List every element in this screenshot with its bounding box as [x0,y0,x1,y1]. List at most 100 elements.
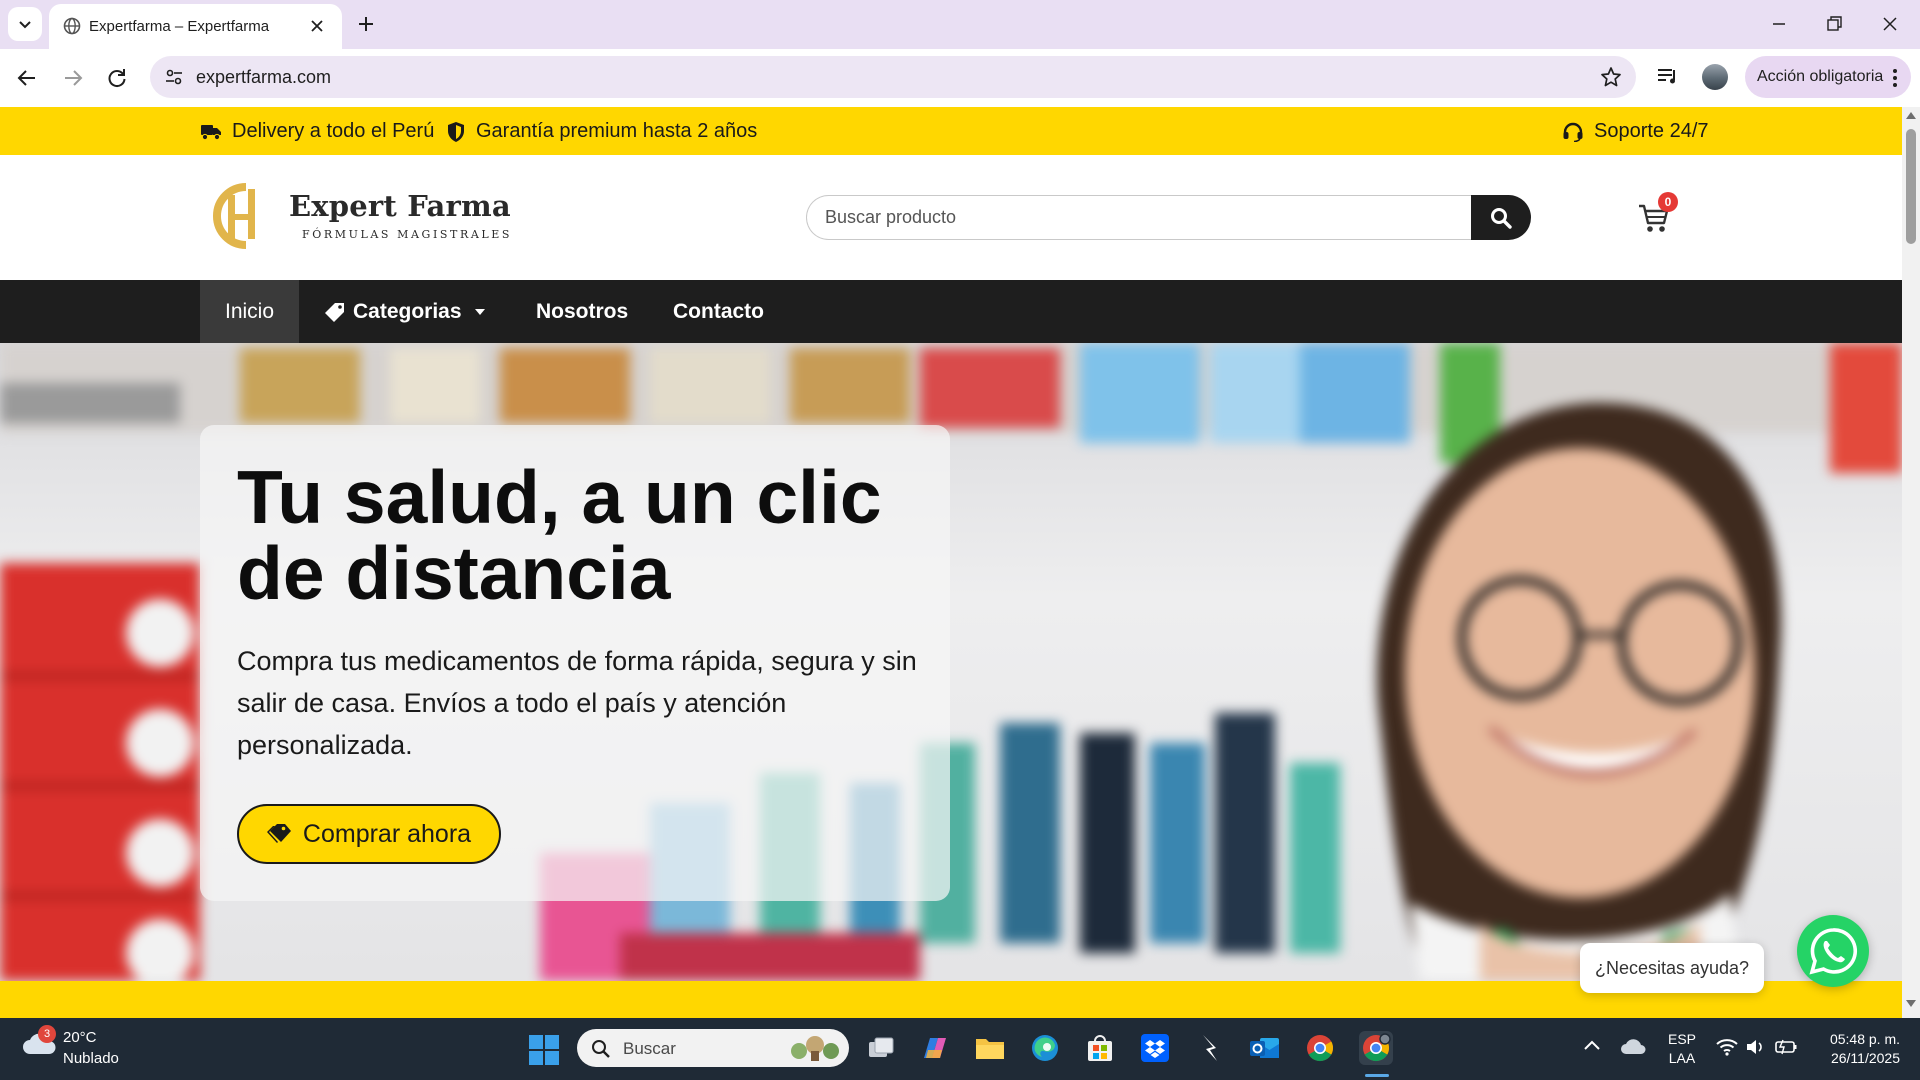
page-scrollbar[interactable] [1902,107,1920,1018]
clock-date: 26/11/2025 [1830,1050,1900,1066]
task-view-icon [869,1037,894,1057]
store-bag-icon [1088,1035,1112,1061]
system-clock[interactable]: 05:48 p. m. 26/11/2025 [1810,1030,1900,1068]
nav-item-label: Inicio [225,299,275,323]
chrome-profile-icon [1363,1033,1391,1062]
required-action-label: Acción obligatoria [1757,68,1884,85]
windows-start-icon[interactable] [529,1035,559,1065]
search-icon [592,1040,610,1058]
browser-tab[interactable]: Expertfarma – Expertfarma [49,4,342,49]
whatsapp-help-text: ¿Necesitas ayuda? [1594,957,1750,978]
profile-avatar[interactable] [1702,64,1728,90]
search-button[interactable] [1471,195,1531,240]
taskbar-search-label: Buscar [623,1039,676,1058]
restore-icon[interactable] [1822,12,1846,36]
headset-icon [1563,122,1583,142]
edge-app[interactable] [1028,1031,1062,1065]
page-viewport: Delivery a todo el Perú Garantía premium… [0,107,1902,1018]
active-app-indicator [1365,1074,1389,1077]
chevron-up-icon[interactable] [1583,1038,1601,1052]
weather-description: Nublado [63,1050,119,1067]
chrome-app[interactable] [1303,1031,1337,1065]
support-info: Soporte 24/7 [1562,120,1709,143]
nav-item-categorias[interactable]: Categorias [325,280,486,343]
warranty-text: Garantía premium hasta 2 años [476,120,758,142]
weather-alert-badge: 3 [38,1025,56,1043]
folder-icon [976,1039,1004,1059]
support-text: Soporte 24/7 [1594,120,1709,142]
scroll-up-icon[interactable] [1905,110,1917,120]
close-window-icon[interactable] [1878,12,1902,36]
forward-arrow-icon[interactable] [60,65,86,91]
edge-browser-icon [1032,1035,1058,1061]
language-indicator[interactable]: ESP LAA [1668,1030,1696,1068]
reload-icon[interactable] [104,65,130,91]
main-navigation: Inicio Categorias Nosotros Contacto [0,280,1902,343]
new-tab-icon[interactable] [352,10,380,38]
nav-item-label: Categorias [353,299,462,323]
required-action-button[interactable]: Acción obligatoria [1745,56,1911,98]
dropbox-icon [1141,1034,1169,1062]
buy-now-label: Comprar ahora [302,819,472,848]
info-bar: Delivery a todo el Perú Garantía premium… [0,107,1902,155]
whatsapp-button[interactable] [1797,915,1869,987]
onedrive-cloud-icon[interactable] [1620,1038,1646,1056]
hero-card: Tu salud, a un clic de distancia Compra … [200,425,950,901]
file-explorer-app[interactable] [973,1031,1007,1065]
volume-icon[interactable] [1745,1038,1765,1056]
dropbox-app[interactable] [1138,1031,1172,1065]
media-controls-icon[interactable] [1655,63,1681,89]
logo-tagline: FÓRMULAS MAGISTRALES [302,228,513,241]
chrome-icon [1307,1035,1334,1062]
chrome-profile-app[interactable] [1359,1031,1393,1065]
back-arrow-icon[interactable] [14,65,40,91]
delivery-text: Delivery a todo el Perú [232,120,435,142]
product-search-field[interactable] [806,195,1473,240]
browser-tab-strip: Expertfarma – Expertfarma [0,0,1920,49]
hero-title: Tu salud, a un clic de distancia [237,455,882,615]
site-header: Expert Farma FÓRMULAS MAGISTRALES 0 [0,155,1902,280]
nav-item-contacto[interactable]: Contacto [673,280,764,343]
bookmark-star-icon[interactable] [1600,66,1622,88]
clock-time: 05:48 p. m. [1829,1031,1900,1047]
copilot-icon [924,1038,946,1058]
wifi-icon[interactable] [1716,1038,1738,1056]
terminal-app[interactable] [1193,1031,1227,1065]
tag-icon [325,302,344,322]
whatsapp-help-bubble[interactable]: ¿Necesitas ayuda? [1580,943,1764,993]
taskbar-search[interactable]: Buscar [577,1029,849,1067]
expert-farma-logo[interactable] [200,179,274,253]
logo-name: Expert Farma [289,189,511,223]
copilot-app[interactable] [918,1031,952,1065]
delivery-info: Delivery a todo el Perú [200,120,434,143]
tags-icon [266,824,291,843]
nav-item-inicio[interactable]: Inicio [200,280,300,343]
caret-down-icon [474,308,485,315]
hero-description: Compra tus medicamentos de forma rápida,… [237,646,917,760]
nav-item-nosotros[interactable]: Nosotros [536,280,628,343]
warranty-info: Garantía premium hasta 2 años [446,120,757,143]
task-view-app[interactable] [864,1031,898,1065]
battery-icon[interactable] [1774,1038,1798,1056]
keyboard-layout: LAA [1668,1050,1696,1066]
outlook-icon [1250,1038,1279,1058]
language-code: ESP [1668,1031,1697,1047]
nav-item-label: Nosotros [536,299,629,323]
bolt-app-icon [1203,1035,1217,1061]
buy-now-button[interactable]: Comprar ahora [237,804,501,864]
product-search-input[interactable] [825,207,1445,228]
microsoft-store-app[interactable] [1083,1031,1117,1065]
scroll-down-icon[interactable] [1905,999,1917,1009]
more-menu-icon[interactable] [1892,68,1898,88]
minimize-icon[interactable] [1767,12,1791,36]
outlook-app[interactable] [1248,1031,1282,1065]
address-bar[interactable]: expertfarma.com [150,56,1636,98]
tab-search-button[interactable] [8,7,42,41]
chevron-down-icon [19,21,31,29]
shield-icon [448,121,464,142]
scrollbar-thumb[interactable] [1906,129,1916,244]
site-settings-icon[interactable] [164,67,184,87]
tab-title: Expertfarma – Expertfarma [89,18,270,35]
close-icon[interactable] [307,16,327,36]
browser-toolbar: expertfarma.com Acción obligatoria [0,49,1920,107]
